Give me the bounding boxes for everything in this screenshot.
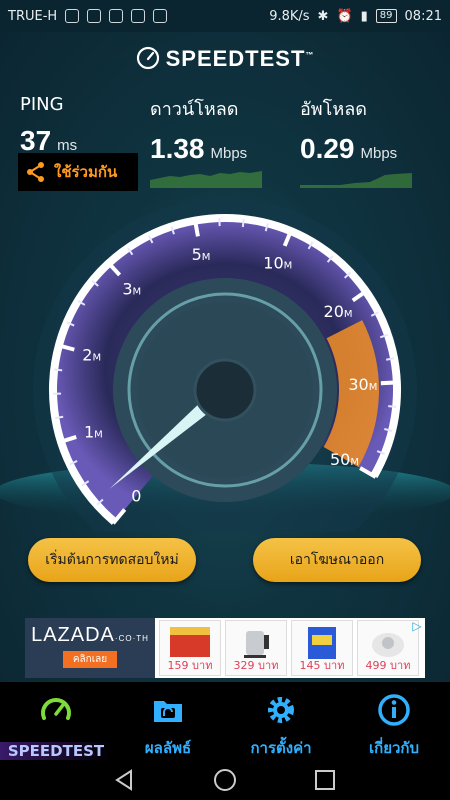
tab-label: SPEEDTEST (0, 742, 112, 760)
gauge-tick (380, 380, 399, 386)
ad-banner[interactable]: LAZADA·CO·TH คลิกเลย 159 บาท 329 บาท 145… (25, 618, 425, 678)
speedometer-icon (41, 698, 71, 720)
download-metric: ดาวน์โหลด 1.38 Mbps (150, 94, 247, 165)
tab-speedtest[interactable]: SPEEDTEST (0, 682, 112, 760)
ad-cta-button[interactable]: คลิกเลย (62, 651, 118, 668)
app-header: SPEEDTEST™ (0, 46, 450, 72)
signal-icon: ▮ (360, 8, 368, 24)
remove-ads-button[interactable]: เอาโฆษณาออก (253, 538, 421, 582)
bottom-navigation: SPEEDTEST ผลลัพธ์ การตั้งค่า เกี่ยวกับ (0, 682, 450, 760)
back-icon[interactable] (111, 766, 139, 794)
gauge-minor-tick (54, 368, 63, 372)
ad-brand: LAZADA (31, 624, 115, 646)
ping-value: 37 (20, 125, 52, 156)
product-detergent-image (308, 627, 336, 659)
ad-product-price: 499 บาท (365, 659, 411, 672)
info-icon (378, 694, 410, 726)
bluetooth-icon: ✱ (317, 8, 329, 24)
lazada-logo[interactable]: LAZADA·CO·TH คลิกเลย (25, 618, 155, 678)
carrier-name: TRUE-H (8, 8, 58, 24)
status-bar: TRUE-H 9.8K/s ✱ ⏰ ▮ 89 08:21 (0, 0, 450, 32)
ad-product-price: 145 บาท (299, 659, 345, 672)
upload-metric: อัพโหลด 0.29 Mbps (300, 94, 397, 165)
trademark: ™ (305, 50, 315, 60)
tab-about[interactable]: เกี่ยวกับ (338, 682, 450, 760)
product-kettle-image (244, 631, 269, 658)
folder-icon (154, 701, 182, 722)
product-noodle-box-image (170, 627, 210, 657)
upload-label: อัพโหลด (300, 99, 367, 120)
recents-icon[interactable] (311, 766, 339, 794)
tab-settings[interactable]: การตั้งค่า (225, 682, 337, 760)
gear-icon (268, 697, 294, 723)
ping-metric: PING 37 ms (20, 94, 77, 157)
system-navigation-bar (0, 760, 450, 800)
gauge-tick-label: 0 (131, 487, 141, 506)
ad-product[interactable]: 329 บาท (225, 620, 287, 676)
brand-name: SPEEDTEST (165, 46, 306, 71)
ad-product[interactable]: 159 บาท (159, 620, 221, 676)
notification-icon (87, 9, 102, 23)
speed-gauge: 01M2M3M5M 10M20M30M50M (0, 198, 450, 532)
notification-icon (109, 9, 124, 23)
network-speed: 9.8K/s (269, 8, 310, 24)
home-icon[interactable] (211, 766, 239, 794)
tab-label: การตั้งค่า (250, 739, 312, 757)
ad-product-price: 159 บาท (167, 659, 213, 672)
ad-product[interactable]: 145 บาท (291, 620, 353, 676)
battery-indicator: 89 (375, 9, 397, 23)
notification-icon (131, 9, 146, 23)
notification-icon (153, 9, 168, 23)
speedtest-screen: SPEEDTEST™ PING 37 ms ดาวน์โหลด 1.38 Mbps … (0, 32, 450, 682)
clock: 08:21 (404, 8, 442, 24)
restart-test-button[interactable]: เริ่มต้นการทดสอบใหม่ (28, 538, 196, 582)
ad-product-price: 329 บาท (233, 659, 279, 672)
ad-brand-sub: ·CO·TH (114, 634, 149, 643)
download-label: ดาวน์โหลด (150, 99, 239, 120)
ping-unit: ms (57, 137, 78, 154)
tab-label: เกี่ยวกับ (368, 739, 420, 757)
gauge-minor-tick (241, 218, 245, 228)
ad-choices-icon[interactable]: ▷ (409, 618, 425, 634)
tab-label: ผลลัพธ์ (144, 739, 192, 757)
product-appliance-image (372, 633, 404, 657)
gauge-minor-tick (55, 415, 64, 420)
location-icon (65, 9, 80, 23)
gauge-minor-tick (388, 405, 397, 408)
alarm-icon: ⏰ (336, 8, 353, 24)
ping-label: PING (20, 94, 64, 115)
speedometer-logo-icon (136, 46, 159, 70)
tab-results[interactable]: ผลลัพธ์ (112, 682, 224, 760)
gauge-hub (193, 358, 257, 422)
